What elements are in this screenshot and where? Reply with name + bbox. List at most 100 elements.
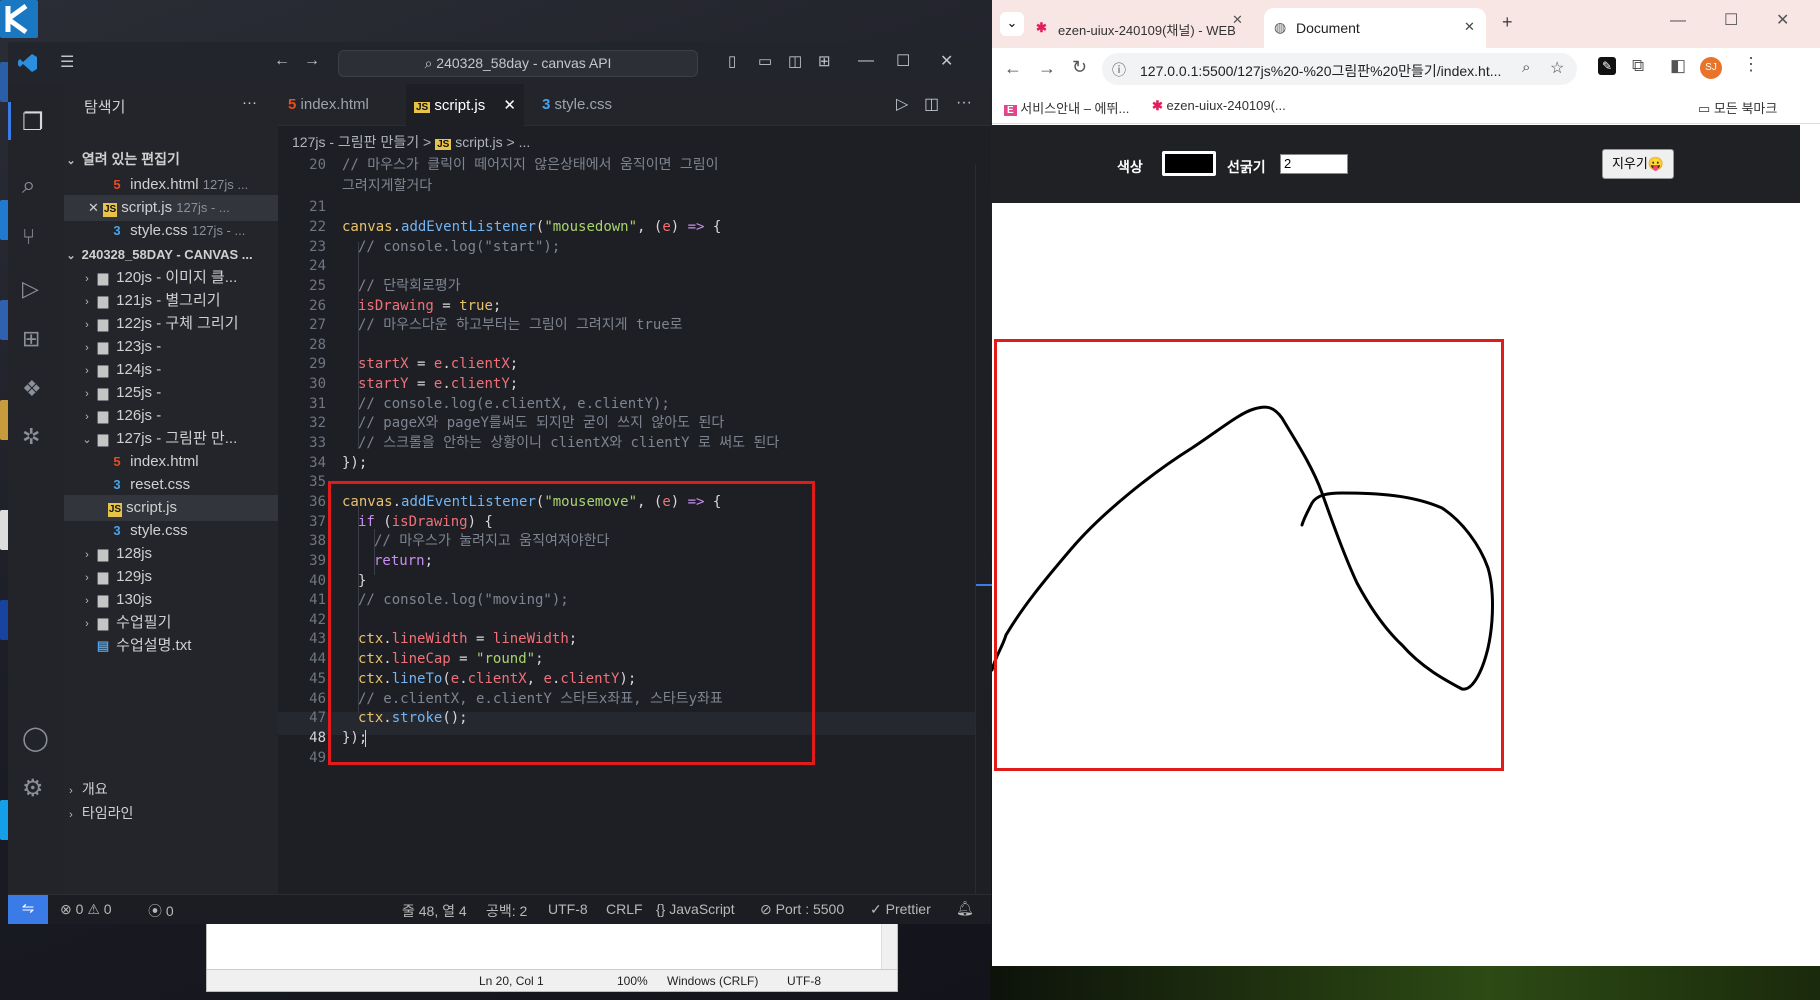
ports-indicator[interactable]: ⦿ 0 [148,901,174,921]
no-entry-icon: ⊘ [760,901,772,917]
browser-menu-icon[interactable]: ⋮ [1742,54,1760,75]
tab-search-icon[interactable]: ⌄ [1000,12,1024,36]
app-icon[interactable] [0,0,38,38]
toggle-secondary-sidebar-icon[interactable]: ◫ [788,52,802,70]
chevron-right-icon: › [69,785,73,797]
extensions-puzzle-icon[interactable]: ⧉ [1632,56,1644,76]
notifications-bell-icon[interactable]: 🔔︎ [956,900,974,917]
url-text[interactable]: 127.0.0.1:5500/127js%20-%20그림판%20만들기/ind… [1140,61,1501,81]
zoom-icon[interactable]: ⌕ [1522,59,1530,76]
chevron-right-icon: › [69,809,73,821]
forward-arrow-icon[interactable]: → [304,52,320,70]
close-tab-icon[interactable]: ✕ [1232,12,1243,28]
close-window-icon[interactable]: ✕ [1776,10,1789,30]
code-lines[interactable]: 20 // 마우스가 클릭이 떼어지지 않은상태에서 움직이면 그림이 그려지게… [278,154,991,894]
outline-section[interactable]: › 개요 [64,776,278,802]
breadcrumb[interactable]: 127js - 그림판 만들기 > JS script.js > ... [292,132,530,152]
explorer-sidebar: 탐색기 ··· ⌄ 열려 있는 편집기 5 index.html 127js .… [64,84,278,894]
minimize-icon[interactable]: — [858,52,874,70]
notepad-position: Ln 20, Col 1 [479,974,544,988]
notepad-zoom: 100% [617,974,648,988]
indentation[interactable]: 공백: 2 [486,901,527,921]
activity-bar: ❐ ⌕ ⑂ ▷ ⊞ ❖ ✲ ◯ ⚙ [8,84,64,894]
split-editor-icon[interactable]: ◫ [924,94,939,114]
browser-tab-channel[interactable]: ✱ ezen-uiux-240109(채널) - WEB [1030,10,1252,48]
back-arrow-icon[interactable]: ← [274,52,290,70]
clear-button[interactable]: 지우기😛 [1602,149,1674,179]
run-icon[interactable]: ▷ [896,94,908,114]
vscode-window: ☰ ← → ⌕ 240328_58day - canvas API ▯ ▭ ◫ … [8,42,992,924]
editor-scrollbar[interactable] [975,164,992,894]
side-panel-icon[interactable]: ◧ [1670,56,1686,76]
notepad-eol: Windows (CRLF) [667,974,759,988]
maximize-icon[interactable]: ☐ [1724,10,1738,30]
live-server-port[interactable]: ⊘ Port : 5500 [760,901,844,918]
settings-gear-icon[interactable]: ⚙ [22,774,44,803]
back-arrow-icon[interactable]: ← [1004,58,1022,79]
forward-arrow-icon[interactable]: → [1038,58,1056,79]
page-scrollbar[interactable] [1800,125,1820,966]
maximize-icon[interactable]: ☐ [896,51,910,71]
toggle-sidebar-icon[interactable]: ▯ [728,52,736,70]
bookmark-item[interactable]: ✱ ezen-uiux-240109(... [1152,98,1286,114]
cursor-position[interactable]: 줄 48, 열 4 [402,901,467,921]
line-number: 20 [309,157,326,173]
figma-icon[interactable]: ❖ [22,376,42,402]
new-tab-icon[interactable]: + [1502,12,1513,33]
explorer-icon[interactable]: ❐ [22,108,44,137]
extension-icon[interactable]: ✎ [1598,57,1616,75]
bookmark-star-icon[interactable]: ☆ [1550,58,1564,78]
search-icon[interactable]: ⌕ [22,172,35,200]
drawing-canvas[interactable] [990,203,1800,966]
all-bookmarks[interactable]: ▭ 모든 북마크 [1698,98,1777,117]
tab-index-html[interactable]: 5 index.html [288,84,398,126]
vscode-logo-icon [18,53,38,73]
open-editor-item[interactable]: 3 style.css 127js - ... [64,218,278,244]
extensions-icon[interactable]: ⊞ [22,326,40,352]
site-info-icon[interactable]: ⓘ [1112,60,1126,80]
problems-indicator[interactable]: ⊗ 0 ⚠ 0 [60,901,112,918]
js-file-icon: JS [103,203,118,217]
editor-area: 5 index.html JS script.js ✕ 3 style.css … [278,84,992,894]
toggle-panel-icon[interactable]: ▭ [758,52,772,70]
code-comment: // 마우스다운 하고부터는 그림이 그려지게 true로 [358,317,683,333]
color-picker[interactable] [1162,151,1216,176]
js-file-icon: JS [108,503,122,517]
open-editors-header[interactable]: ⌄ 열려 있는 편집기 [64,146,278,172]
account-icon[interactable]: ◯ [22,724,49,753]
remote-indicator-icon[interactable]: ⇋ [8,895,48,924]
browser-tab-document[interactable]: ◍ Document ✕ [1264,8,1486,48]
customize-layout-icon[interactable]: ⊞ [818,52,831,70]
source-control-icon[interactable]: ⑂ [22,224,35,250]
close-icon[interactable]: ✕ [503,97,516,114]
folder-icon: ▭ [1698,101,1711,116]
explorer-more-icon[interactable]: ··· [242,94,257,111]
active-indicator [8,102,11,140]
more-actions-icon[interactable]: ··· [956,94,972,112]
minimize-icon[interactable]: — [1670,12,1686,30]
notepad-scrollbar[interactable] [881,921,897,971]
close-icon[interactable]: ✕ [940,51,953,71]
language-mode[interactable]: {} JavaScript [656,901,735,917]
remote-explorer-icon[interactable]: ✲ [22,424,40,450]
menu-icon[interactable]: ☰ [60,52,74,72]
profile-avatar[interactable]: SJ [1700,57,1722,79]
tab-script-js[interactable]: JS script.js ✕ [406,84,524,126]
end-of-line[interactable]: CRLF [606,901,643,917]
explorer-title: 탐색기 [84,99,126,116]
reload-icon[interactable]: ↻ [1072,57,1087,78]
close-icon[interactable]: ✕ [88,200,99,215]
run-debug-icon[interactable]: ▷ [22,276,39,302]
js-file-icon: JS [435,139,452,150]
code-comment: // 마우스가 클릭이 떼어지지 않은상태에서 움직이면 그림이 [342,157,719,173]
bookmark-item[interactable]: E 서비스안내 – 에뛰... [1004,98,1129,117]
tab-style-css[interactable]: 3 style.css [532,84,642,126]
close-tab-icon[interactable]: ✕ [1464,19,1475,35]
timeline-section[interactable]: › 타임라인 [64,800,278,826]
prettier-status[interactable]: ✓ Prettier [870,901,931,918]
line-width-input[interactable]: 2 [1280,154,1348,174]
file-item[interactable]: ▤ 수업설명.txt [64,633,278,659]
address-bar[interactable]: ⓘ 127.0.0.1:5500/127js%20-%20그림판%20만들기/i… [1102,53,1577,85]
command-center-search[interactable]: ⌕ 240328_58day - canvas API [338,50,698,77]
encoding[interactable]: UTF-8 [548,901,588,917]
